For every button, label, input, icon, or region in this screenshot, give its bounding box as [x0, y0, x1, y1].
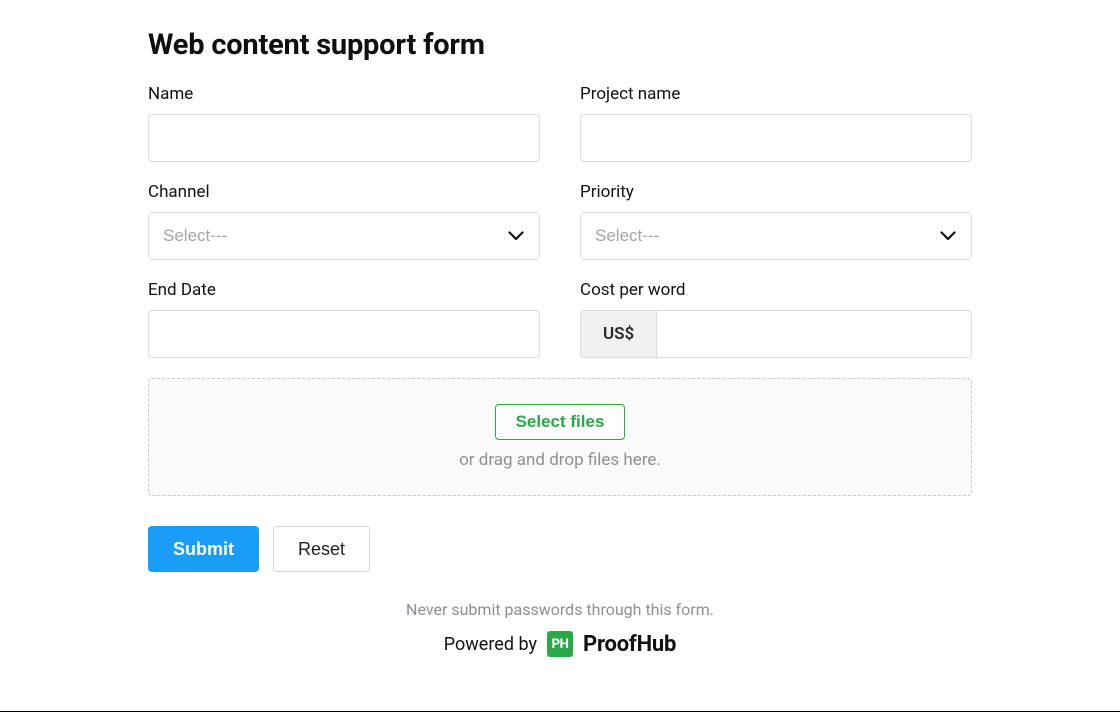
select-priority[interactable] — [580, 212, 972, 260]
select-channel-wrapper — [148, 212, 540, 260]
label-project-name: Project name — [580, 84, 972, 104]
file-upload-zone[interactable]: Select files or drag and drop files here… — [148, 378, 972, 496]
input-name[interactable] — [148, 114, 540, 162]
reset-button[interactable]: Reset — [273, 526, 370, 572]
select-files-button[interactable]: Select files — [495, 404, 626, 440]
powered-by: Powered by PH ProofHub — [148, 631, 972, 657]
password-warning: Never submit passwords through this form… — [148, 600, 972, 619]
label-name: Name — [148, 84, 540, 104]
form-row-1: Name Project name — [148, 84, 972, 162]
input-project-name[interactable] — [580, 114, 972, 162]
label-priority: Priority — [580, 182, 972, 202]
proofhub-brand-name: ProofHub — [583, 632, 676, 657]
powered-by-label: Powered by — [444, 634, 537, 655]
select-channel[interactable] — [148, 212, 540, 260]
form-row-3: End Date Cost per word US$ — [148, 280, 972, 358]
currency-group: US$ — [580, 310, 972, 358]
input-cost-per-word[interactable] — [657, 311, 971, 357]
field-end-date: End Date — [148, 280, 540, 358]
form-footer: Never submit passwords through this form… — [148, 600, 972, 657]
field-cost-per-word: Cost per word US$ — [580, 280, 972, 358]
field-priority: Priority — [580, 182, 972, 260]
upload-hint: or drag and drop files here. — [459, 450, 661, 470]
select-priority-wrapper — [580, 212, 972, 260]
label-end-date: End Date — [148, 280, 540, 300]
label-channel: Channel — [148, 182, 540, 202]
currency-prefix: US$ — [581, 311, 657, 357]
field-project-name: Project name — [580, 84, 972, 162]
proofhub-logo-icon: PH — [547, 631, 573, 657]
label-cost-per-word: Cost per word — [580, 280, 972, 300]
input-end-date[interactable] — [148, 310, 540, 358]
form-row-2: Channel Priority — [148, 182, 972, 260]
form-container: Web content support form Name Project na… — [0, 0, 1120, 657]
page-title: Web content support form — [148, 28, 972, 62]
form-actions: Submit Reset — [148, 526, 972, 572]
field-channel: Channel — [148, 182, 540, 260]
field-name: Name — [148, 84, 540, 162]
submit-button[interactable]: Submit — [148, 526, 259, 572]
